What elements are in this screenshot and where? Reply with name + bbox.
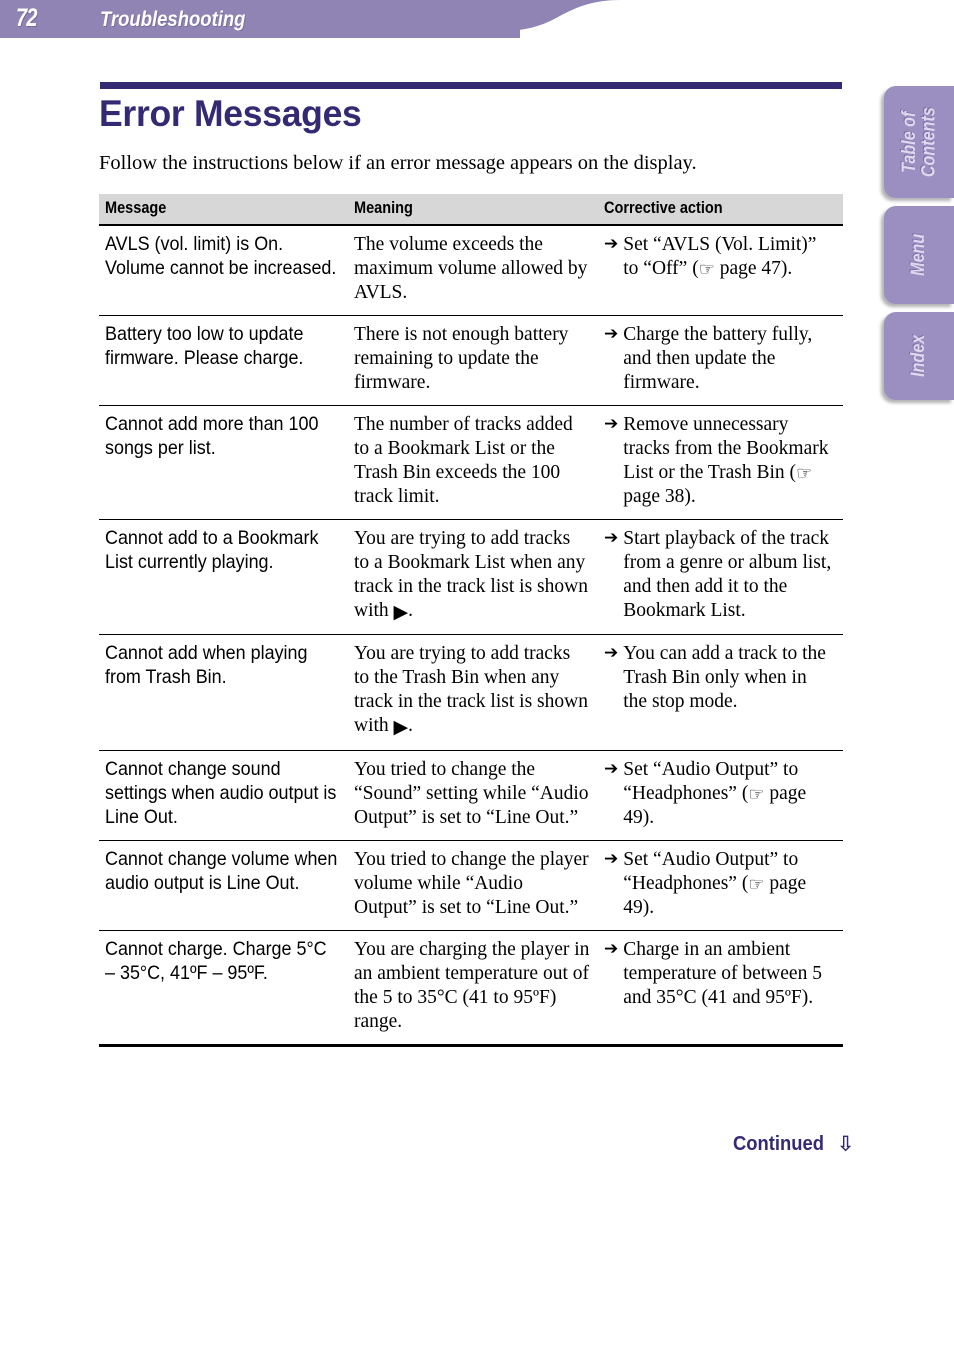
continued-footer: Continued ⇩ — [733, 1132, 854, 1156]
side-tab-label-menu: Menu — [908, 233, 930, 277]
error-messages-table: Message Meaning Corrective action AVLS (… — [99, 194, 843, 1047]
side-tab-group: Table of Contents Menu Index — [880, 0, 954, 420]
cell-corrective-action: ➔ Charge the battery fully, and then upda… — [598, 315, 843, 406]
corrective-action-text: Set “AVLS (Vol. Limit)” to “Off” (☞ page… — [623, 234, 817, 280]
message-text: Cannot add when playing from Trash Bin. — [105, 642, 308, 689]
header-bar-curve — [500, 0, 620, 31]
message-text: Cannot change sound settings when audio … — [105, 757, 337, 828]
side-tab-label-index: Index — [908, 334, 930, 378]
cell-corrective-action: ➔ Remove unnecessary tracks from the Book… — [598, 405, 843, 520]
cell-corrective-action: ➔ You can add a track to the Trash Bin on… — [598, 634, 843, 751]
cell-meaning: You are trying to add tracks to a Bookma… — [348, 519, 598, 636]
arrow-right-icon: ➔ — [604, 527, 619, 548]
column-header-message: Message — [99, 194, 348, 226]
column-header-meaning: Meaning — [348, 194, 598, 226]
header-bar — [0, 0, 520, 38]
table-row: Cannot change sound settings when audio … — [99, 750, 843, 841]
message-text: Cannot charge. Charge 5°C – 35°C, 41ºF –… — [105, 937, 327, 984]
corrective-action-text: You can add a track to the Trash Bin onl… — [623, 643, 826, 713]
corrective-action-text: Charge the battery fully, and then updat… — [623, 323, 813, 393]
column-header-corrective-action-label: Corrective action — [604, 199, 723, 217]
pointing-hand-icon: ☞ — [748, 783, 765, 805]
arrow-right-icon: ➔ — [604, 234, 619, 254]
pointing-hand-icon: ☞ — [796, 462, 813, 484]
title-rule — [100, 82, 842, 89]
table-row: Cannot add when playing from Trash Bin. Y… — [99, 634, 843, 751]
arrow-right-icon: ➔ — [604, 938, 619, 959]
cell-meaning: The volume exceeds the maximum volume al… — [348, 225, 598, 316]
cell-message: Battery too low to update firmware. Plea… — [99, 315, 348, 406]
table-row: Cannot change volume when audio output i… — [99, 840, 843, 931]
cell-corrective-action: ➔ Set “Audio Output” to “Headphones” (☞ p… — [598, 750, 843, 841]
cell-message: Cannot charge. Charge 5°C – 35°C, 41ºF –… — [99, 930, 348, 1047]
page-title: Error Messages — [99, 93, 362, 134]
cell-message: Cannot add to a Bookmark List currently … — [99, 519, 348, 636]
table-body: AVLS (vol. limit) is On. Volume cannot b… — [99, 225, 843, 1047]
column-header-corrective-action: Corrective action — [598, 194, 843, 226]
message-text: Battery too low to update firmware. Plea… — [105, 322, 304, 369]
section-title: Troubleshooting — [100, 8, 246, 31]
cell-corrective-action: ➔ Set “AVLS (Vol. Limit)” to “Off” (☞ pag… — [598, 225, 843, 316]
corrective-action-text: Charge in an ambient temperature of betw… — [623, 938, 822, 1008]
side-tab-label-table-of-contents: Table of Contents — [898, 107, 939, 177]
corrective-action-text: Set “Audio Output” to “Headphones” (☞ pa… — [623, 848, 807, 918]
message-text: Cannot add more than 100 songs per list. — [105, 412, 319, 459]
table-row: Cannot add to a Bookmark List currently … — [99, 519, 843, 636]
cell-message: Cannot add more than 100 songs per list. — [99, 405, 348, 520]
cell-meaning: The number of tracks added to a Bookmark… — [348, 405, 598, 520]
cell-meaning: You are trying to add tracks to the Tras… — [348, 634, 598, 751]
table-row: Battery too low to update firmware. Plea… — [99, 315, 843, 406]
message-text: Cannot change volume when audio output i… — [105, 847, 338, 894]
play-circle-icon: ▶ — [393, 600, 409, 623]
cell-corrective-action: ➔ Set “Audio Output” to “Headphones” (☞ p… — [598, 840, 843, 931]
pointing-hand-icon: ☞ — [748, 873, 765, 895]
cell-meaning: You tried to change the “Sound” setting … — [348, 750, 598, 841]
continued-down-arrow-icon: ⇩ — [836, 1132, 855, 1156]
arrow-right-icon: ➔ — [604, 848, 619, 869]
cell-corrective-action: ➔ Start playback of the track from a genr… — [598, 519, 843, 636]
arrow-right-icon: ➔ — [604, 323, 619, 344]
side-tab-table-of-contents[interactable]: Table of Contents — [884, 86, 954, 198]
cell-message: Cannot change sound settings when audio … — [99, 750, 348, 841]
cell-message: AVLS (vol. limit) is On. Volume cannot b… — [99, 225, 348, 316]
arrow-right-icon: ➔ — [604, 643, 619, 664]
side-tab-index[interactable]: Index — [884, 312, 954, 400]
table-row: Cannot add more than 100 songs per list.… — [99, 405, 843, 520]
play-circle-icon: ▶ — [393, 716, 409, 739]
column-header-message-label: Message — [105, 199, 167, 217]
table-row: AVLS (vol. limit) is On. Volume cannot b… — [99, 225, 843, 316]
cell-message: Cannot change volume when audio output i… — [99, 840, 348, 931]
corrective-action-text: Set “Audio Output” to “Headphones” (☞ pa… — [623, 758, 807, 828]
cell-meaning: There is not enough battery remaining to… — [348, 315, 598, 406]
table-row: Cannot charge. Charge 5°C – 35°C, 41ºF –… — [99, 930, 843, 1047]
corrective-action-text: Remove unnecessary tracks from the Bookm… — [623, 413, 829, 507]
intro-paragraph: Follow the instructions below if an erro… — [99, 152, 697, 174]
table-header-row: Message Meaning Corrective action — [99, 194, 843, 226]
cell-meaning: You tried to change the player volume wh… — [348, 840, 598, 931]
message-text: Cannot add to a Bookmark List currently … — [105, 526, 319, 573]
cell-corrective-action: ➔ Charge in an ambient temperature of bet… — [598, 930, 843, 1047]
arrow-right-icon: ➔ — [604, 758, 619, 779]
pointing-hand-icon: ☞ — [698, 258, 715, 280]
cell-meaning: You are charging the player in an ambien… — [348, 930, 598, 1047]
arrow-right-icon: ➔ — [604, 413, 619, 434]
continued-label: Continued — [733, 1133, 824, 1155]
page-running-header: 72 Troubleshooting — [0, 0, 620, 38]
side-tab-menu[interactable]: Menu — [884, 206, 954, 304]
cell-message: Cannot add when playing from Trash Bin. — [99, 634, 348, 751]
page-number: 72 — [16, 4, 37, 32]
column-header-meaning-label: Meaning — [354, 199, 413, 217]
corrective-action-text: Start playback of the track from a genre… — [623, 527, 832, 621]
message-text: AVLS (vol. limit) is On. Volume cannot b… — [105, 233, 337, 279]
